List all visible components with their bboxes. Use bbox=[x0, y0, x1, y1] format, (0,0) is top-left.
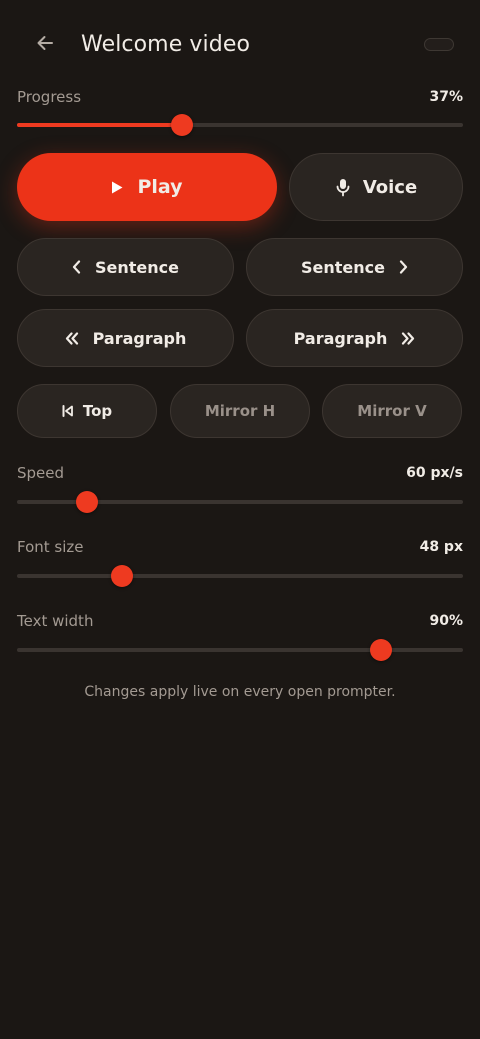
double-chevron-right-icon bbox=[401, 331, 415, 345]
prompter-remote-screen: Welcome video Progress 37% Play Voice Se… bbox=[0, 0, 480, 1039]
microphone-icon bbox=[335, 178, 351, 197]
progress-slider-fill bbox=[17, 123, 182, 127]
font-size-slider-thumb[interactable] bbox=[111, 565, 133, 587]
top-bar: Welcome video bbox=[0, 0, 480, 90]
text-width-value: 90% bbox=[429, 613, 463, 629]
mirror-vertical-label: Mirror V bbox=[357, 402, 427, 420]
progress-label: Progress bbox=[17, 88, 82, 106]
next-paragraph-button[interactable]: Paragraph bbox=[246, 309, 463, 367]
speed-value: 60 px/s bbox=[406, 465, 463, 481]
font-size-label: Font size bbox=[17, 538, 84, 556]
previous-sentence-label: Sentence bbox=[95, 257, 179, 277]
mirror-vertical-toggle[interactable]: Mirror V bbox=[322, 384, 462, 438]
speed-slider-group: Speed 60 px/s bbox=[17, 463, 463, 513]
previous-sentence-button[interactable]: Sentence bbox=[17, 238, 234, 296]
connection-status-indicator bbox=[424, 38, 454, 51]
skip-to-start-icon bbox=[62, 405, 73, 417]
progress-slider[interactable] bbox=[17, 114, 463, 136]
play-icon bbox=[111, 181, 123, 194]
mirror-horizontal-toggle[interactable]: Mirror H bbox=[170, 384, 310, 438]
progress-slider-thumb[interactable] bbox=[171, 114, 193, 136]
speed-label: Speed bbox=[17, 464, 65, 482]
jump-to-top-button[interactable]: Top bbox=[17, 384, 157, 438]
font-size-slider-fill bbox=[17, 574, 122, 578]
previous-paragraph-button[interactable]: Paragraph bbox=[17, 309, 234, 367]
mirror-horizontal-label: Mirror H bbox=[204, 402, 276, 420]
font-size-slider[interactable] bbox=[17, 565, 463, 587]
text-width-slider[interactable] bbox=[17, 639, 463, 661]
next-sentence-button[interactable]: Sentence bbox=[246, 238, 463, 296]
font-size-slider-group: Font size 48 px bbox=[17, 537, 463, 587]
text-width-slider-fill bbox=[17, 648, 381, 652]
play-button[interactable]: Play bbox=[17, 153, 277, 221]
text-width-label: Text width bbox=[17, 612, 94, 630]
next-paragraph-label: Paragraph bbox=[293, 328, 388, 348]
font-size-value: 48 px bbox=[419, 539, 463, 555]
speed-slider-thumb[interactable] bbox=[76, 491, 98, 513]
double-chevron-left-icon bbox=[65, 331, 79, 345]
back-button[interactable] bbox=[28, 28, 62, 62]
speed-slider[interactable] bbox=[17, 491, 463, 513]
previous-paragraph-label: Paragraph bbox=[92, 328, 187, 348]
text-width-slider-thumb[interactable] bbox=[370, 639, 392, 661]
page-title: Welcome video bbox=[81, 32, 251, 57]
progress-slider-group: Progress 37% bbox=[17, 87, 463, 136]
arrow-left-icon bbox=[35, 33, 55, 57]
next-sentence-label: Sentence bbox=[301, 257, 385, 277]
progress-value: 37% bbox=[429, 89, 463, 105]
play-label: Play bbox=[137, 176, 183, 198]
text-width-slider-group: Text width 90% bbox=[17, 611, 463, 661]
live-update-hint: Changes apply live on every open prompte… bbox=[84, 684, 396, 700]
jump-to-top-label: Top bbox=[82, 402, 113, 420]
chevron-left-icon bbox=[72, 260, 81, 274]
voice-label: Voice bbox=[362, 176, 418, 198]
chevron-right-icon bbox=[399, 260, 408, 274]
voice-button[interactable]: Voice bbox=[289, 153, 463, 221]
